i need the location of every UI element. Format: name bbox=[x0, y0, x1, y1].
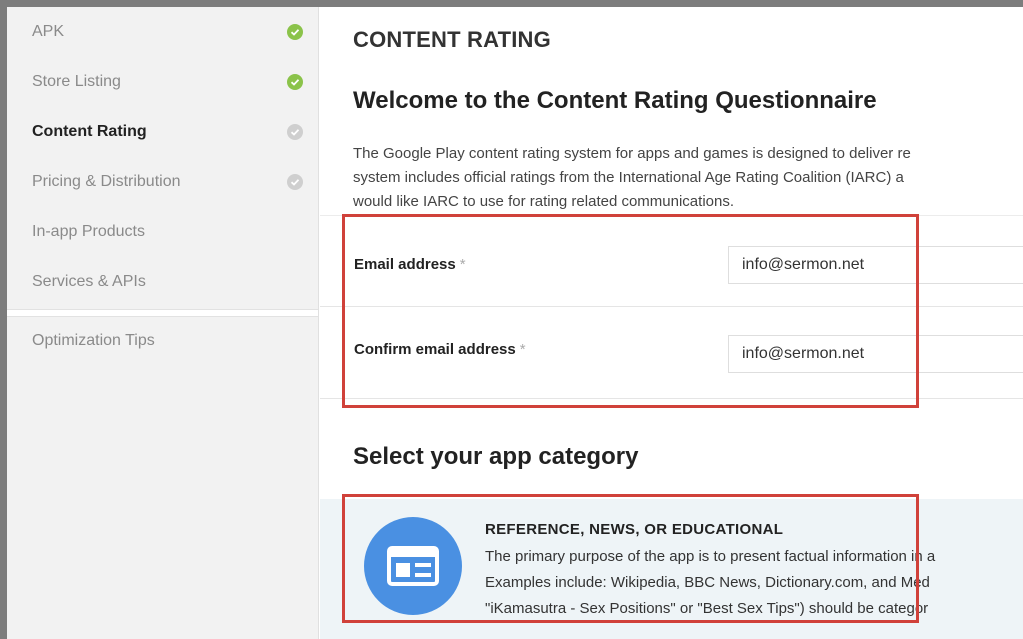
sidebar-item-pricing-distribution[interactable]: Pricing & Distribution bbox=[7, 157, 318, 207]
check-circle-icon bbox=[287, 174, 303, 190]
confirm-email-field[interactable] bbox=[728, 335, 1023, 373]
sidebar-item-services-apis[interactable]: Services & APIs bbox=[7, 257, 318, 307]
sidebar-item-label: In-app Products bbox=[32, 223, 145, 240]
sidebar-item-content-rating[interactable]: Content Rating bbox=[7, 107, 318, 157]
check-circle-icon bbox=[287, 74, 303, 90]
page-title: CONTENT RATING bbox=[353, 27, 551, 52]
required-mark: * bbox=[519, 341, 526, 358]
sidebar-item-label: Pricing & Distribution bbox=[32, 173, 181, 190]
check-circle-icon bbox=[287, 24, 303, 40]
confirm-email-row: Confirm email address * bbox=[320, 307, 1023, 399]
category-title: REFERENCE, NEWS, OR EDUCATIONAL bbox=[485, 521, 784, 538]
intro-text: The Google Play content rating system fo… bbox=[353, 142, 1023, 214]
category-description-line: The primary purpose of the app is to pre… bbox=[485, 548, 936, 565]
sidebar-item-label: Content Rating bbox=[32, 123, 147, 140]
newspaper-icon bbox=[364, 517, 462, 615]
sidebar-item-label: APK bbox=[32, 23, 65, 40]
sidebar-item-label: Services & APIs bbox=[32, 273, 146, 290]
email-field[interactable] bbox=[728, 246, 1023, 284]
category-description-line: Examples include: Wikipedia, BBC News, D… bbox=[485, 574, 930, 591]
app-category-heading: Select your app category bbox=[353, 443, 639, 470]
intro-line: system includes official ratings from th… bbox=[353, 169, 904, 186]
sidebar-item-store-listing[interactable]: Store Listing bbox=[7, 57, 318, 107]
questionnaire-heading: Welcome to the Content Rating Questionna… bbox=[353, 87, 877, 114]
email-row: Email address * bbox=[320, 215, 1023, 307]
category-description-line: "iKamasutra - Sex Positions" or "Best Se… bbox=[485, 600, 929, 617]
sidebar-item-optimization-tips[interactable]: Optimization Tips bbox=[7, 317, 318, 365]
sidebar-item-apk[interactable]: APK bbox=[7, 7, 318, 57]
email-label: Email address * bbox=[354, 256, 466, 273]
category-description: The primary purpose of the app is to pre… bbox=[485, 544, 935, 622]
intro-line: would like IARC to use for rating relate… bbox=[353, 193, 735, 210]
main-content: CONTENT RATING Welcome to the Content Ra… bbox=[320, 7, 1023, 639]
confirm-email-label: Confirm email address * bbox=[354, 341, 526, 358]
category-option-reference-news-educational[interactable]: REFERENCE, NEWS, OR EDUCATIONAL The prim… bbox=[320, 499, 1023, 639]
sidebar-nav: APK Store Listing Content Rating Pricing… bbox=[7, 7, 318, 307]
sidebar-item-in-app-products[interactable]: In-app Products bbox=[7, 207, 318, 257]
sidebar-item-label: Store Listing bbox=[32, 73, 121, 90]
sidebar-item-label: Optimization Tips bbox=[32, 332, 155, 349]
check-circle-icon bbox=[287, 124, 303, 140]
required-mark: * bbox=[459, 256, 466, 273]
sidebar: APK Store Listing Content Rating Pricing… bbox=[7, 7, 319, 639]
sidebar-divider bbox=[7, 309, 318, 317]
intro-line: The Google Play content rating system fo… bbox=[353, 145, 911, 162]
